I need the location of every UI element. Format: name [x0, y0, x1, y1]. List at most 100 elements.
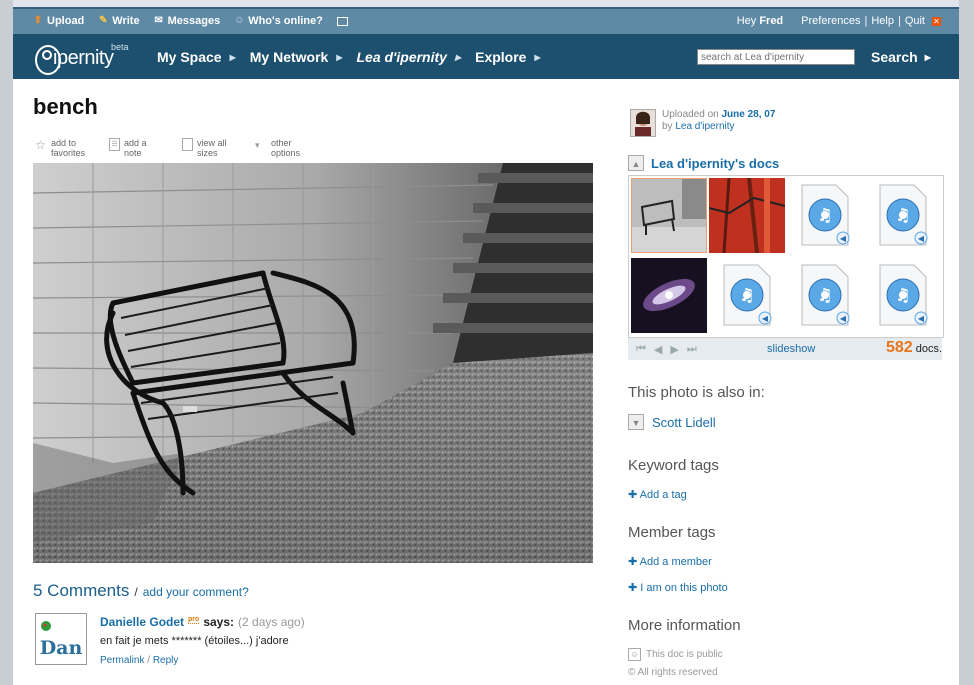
rights-status: © All rights reserved	[628, 667, 718, 678]
add-a-note-button[interactable]: ☰ add a note	[109, 138, 166, 158]
docs-header: ▲ Lea d'ipernity's docs	[628, 155, 779, 171]
thumbnail-bench[interactable]	[631, 178, 707, 253]
upload-link[interactable]: ⬆ Upload	[33, 15, 84, 27]
svg-text:♫: ♫	[739, 285, 755, 306]
triangle-right-icon: ▶	[229, 52, 236, 62]
write-link[interactable]: ✎ Write	[98, 15, 140, 27]
quit-link[interactable]: Quit	[905, 15, 925, 27]
add-member-link[interactable]: ✚ Add a member	[628, 555, 712, 568]
triangle-right-icon: ▶	[336, 52, 343, 62]
main-photo[interactable]	[33, 163, 593, 563]
chat-window-button[interactable]	[336, 16, 348, 26]
reply-link[interactable]: Reply	[153, 655, 179, 666]
doc-count: 582 docs.	[886, 339, 942, 356]
uploader-info: Uploaded on June 28, 07 by Lea d'ipernit…	[630, 109, 775, 137]
envelope-icon: ✉	[154, 15, 163, 26]
view-all-sizes-button[interactable]: view all sizes	[182, 138, 239, 158]
upload-icon: ⬆	[33, 15, 43, 26]
svg-text:◀: ◀	[840, 234, 847, 243]
docs-thumbnail-grid: ♫ ◀ ♫ ◀ ♫ ◀ ♫ ◀ ♫ ◀	[628, 175, 944, 338]
close-icon[interactable]: ✕	[932, 16, 941, 26]
previous-page-icon[interactable]: ◀	[654, 343, 662, 356]
svg-text:♫: ♫	[817, 285, 833, 306]
uploader-link[interactable]: Lea d'ipernity	[675, 121, 734, 132]
thumbnail-galaxy[interactable]	[631, 258, 707, 333]
add-to-favorites-button[interactable]: ☆ add to favorites	[35, 138, 93, 158]
triangle-right-icon: ▶	[534, 52, 541, 62]
next-page-icon[interactable]: ▶	[670, 343, 678, 356]
star-icon: ☆	[35, 138, 46, 152]
uploader-avatar[interactable]	[630, 109, 656, 137]
search-input[interactable]	[697, 49, 855, 65]
svg-text:♫: ♫	[895, 285, 911, 306]
preferences-link[interactable]: Preferences	[801, 15, 860, 27]
more-information-heading: More information	[628, 617, 741, 634]
svg-text:◀: ◀	[840, 314, 847, 323]
thumbnail-red-wood[interactable]	[709, 178, 785, 253]
add-tag-link[interactable]: ✚ Add a tag	[628, 488, 687, 501]
pages-icon	[182, 138, 193, 151]
whos-online-link[interactable]: ☺ Who's online?	[234, 15, 323, 27]
avatar[interactable]: Dan	[35, 613, 87, 665]
window-icon	[336, 16, 348, 26]
main-nav: ipernity beta My Space ▶ My Network ▶ Lea …	[13, 34, 959, 79]
docs-pager: ⏮ ◀ ▶ ⏭ slideshow 582 docs.	[628, 338, 942, 360]
public-face-icon: ☺	[628, 648, 641, 661]
messages-link[interactable]: ✉ Messages	[154, 15, 220, 27]
member-tags-heading: Member tags	[628, 524, 716, 541]
also-in-item: ▼ Scott Lidell	[628, 414, 716, 430]
thumbnail-audio-1[interactable]: ♫ ◀	[787, 178, 863, 253]
also-in-link[interactable]: Scott Lidell	[652, 415, 716, 430]
collapse-up-icon[interactable]: ▲	[628, 155, 644, 171]
chevron-down-icon: ▾	[255, 140, 260, 150]
svg-text:♫: ♫	[817, 205, 833, 226]
ipernity-logo[interactable]: ipernity beta	[35, 41, 129, 75]
also-in-heading: This photo is also in:	[628, 384, 765, 401]
user-name: Fred	[759, 15, 784, 27]
comment-text: en fait je mets ******* (étoiles...) j'a…	[100, 635, 289, 647]
pencil-icon: ✎	[99, 15, 108, 26]
public-status: ☺ This doc is public	[628, 648, 723, 661]
first-page-icon[interactable]: ⏮	[636, 343, 646, 356]
nav-my-space[interactable]: My Space ▶	[157, 49, 236, 65]
beta-label: beta	[111, 42, 129, 52]
nav-my-network[interactable]: My Network ▶	[250, 49, 343, 65]
nav-lea-dipernity[interactable]: Lea d'ipernity ▶	[356, 49, 461, 65]
thumbnail-audio-2[interactable]: ♫ ◀	[865, 178, 941, 253]
last-page-icon[interactable]: ⏭	[687, 343, 697, 356]
top-strip	[13, 0, 959, 9]
page-frame: ⬆ Upload ✎ Write ✉ Messages ☺ Who's online? …	[13, 0, 959, 685]
svg-text:◀: ◀	[918, 234, 925, 243]
other-options-button[interactable]: ▾ other options	[255, 138, 313, 158]
docs-title-link[interactable]: Lea d'ipernity's docs	[651, 156, 779, 171]
add-comment-link[interactable]: add your comment?	[143, 585, 249, 599]
greeting: Hey Fred	[736, 15, 784, 27]
triangle-right-icon: ▶	[454, 52, 462, 62]
person-icon: ☺	[234, 15, 245, 26]
set-thumbnail-icon[interactable]: ▼	[628, 414, 644, 430]
page-title: bench	[33, 94, 98, 119]
comments-count-link[interactable]: 5 Comments	[33, 581, 129, 601]
help-link[interactable]: Help	[871, 15, 894, 27]
plus-icon: ✚	[628, 489, 638, 501]
thumbnail-audio-5[interactable]: ♫ ◀	[865, 258, 941, 333]
plus-icon: ✚	[628, 556, 638, 568]
thumbnail-audio-3[interactable]: ♫ ◀	[709, 258, 785, 333]
comment-time: (2 days ago)	[238, 615, 305, 629]
comments-header: 5 Comments / add your comment?	[33, 581, 249, 601]
pro-badge: pro	[188, 616, 200, 624]
svg-text:♫: ♫	[895, 205, 911, 226]
search-button[interactable]: Search ▶	[871, 49, 931, 65]
thumbnail-audio-4[interactable]: ♫ ◀	[787, 258, 863, 333]
nav-explore[interactable]: Explore ▶	[475, 49, 541, 65]
slideshow-link[interactable]: slideshow	[767, 343, 815, 355]
utility-bar: ⬆ Upload ✎ Write ✉ Messages ☺ Who's online? …	[13, 9, 959, 34]
svg-text:Dan: Dan	[40, 637, 83, 659]
note-icon: ☰	[109, 138, 120, 151]
svg-text:◀: ◀	[762, 314, 769, 323]
commenter-name[interactable]: Danielle Godet	[100, 615, 184, 629]
i-am-on-photo-link[interactable]: ✚ I am on this photo	[628, 581, 728, 594]
permalink-link[interactable]: Permalink	[100, 655, 144, 666]
plus-icon: ✚	[628, 582, 638, 594]
photo-actions: ☆ add to favorites ☰ add a note view all…	[35, 138, 313, 158]
